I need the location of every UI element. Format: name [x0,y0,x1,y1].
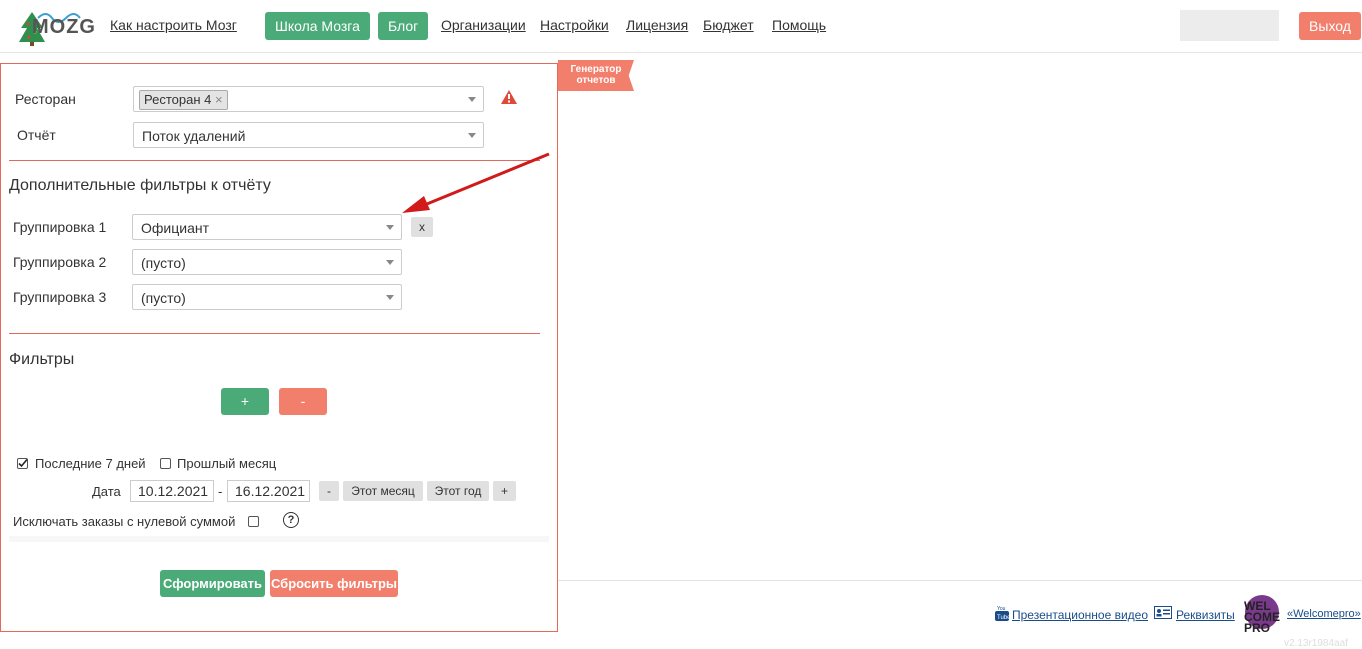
section-divider [9,333,540,334]
filters-title: Фильтры [9,351,75,368]
exclude-zero-checkbox[interactable] [248,516,259,527]
caret-down-icon [468,133,476,138]
nav-link-budget[interactable]: Бюджет [703,17,754,33]
report-label: Отчёт [17,127,56,143]
ribbon-line-2: отчетов [576,75,616,86]
date-plus-button[interactable]: + [493,481,516,501]
school-button[interactable]: Школа Мозга [265,12,370,40]
restaurant-tag: Ресторан 4 × [139,90,228,110]
this-year-button[interactable]: Этот год [427,481,489,501]
id-card-icon [1154,606,1172,619]
nav-link-settings[interactable]: Настройки [540,17,609,33]
nav-link-organizations[interactable]: Организации [441,17,526,33]
svg-text:Tube: Tube [997,615,1009,621]
tag-remove-icon[interactable]: × [215,92,223,107]
annotation-arrow-icon [402,152,550,213]
logout-button[interactable]: Выход [1299,12,1361,40]
date-separator: - [218,484,223,499]
help-icon[interactable]: ? [283,512,299,528]
restaurant-label: Ресторан [15,91,76,107]
form-spacer [9,536,549,542]
grouping-1-select[interactable]: Официант [132,214,402,240]
date-label: Дата [92,484,121,499]
grouping-2-value: (пусто) [141,255,186,271]
presentation-video-link[interactable]: Презентационное видео [1012,608,1148,622]
svg-text:You: You [997,606,1006,612]
report-select[interactable]: Поток удалений [133,122,484,148]
logo-line-3: PRO [1244,621,1271,635]
add-filter-button[interactable]: + [221,388,269,415]
exclude-zero-label: Исключать заказы с нулевой суммой [13,514,236,529]
footer-divider [558,580,1362,581]
grouping-1-remove-button[interactable]: x [411,217,433,237]
grouping-3-value: (пусто) [141,290,186,306]
report-select-value: Поток удалений [142,128,246,144]
version-text: v2.13r1984aaf [1284,638,1348,649]
this-month-button[interactable]: Этот месяц [343,481,423,501]
requisites-link[interactable]: Реквизиты [1176,608,1235,622]
last-month-label: Прошлый месяц [177,456,277,471]
restaurant-tag-label: Ресторан 4 [144,92,212,107]
extra-filters-title: Дополнительные фильтры к отчёту [9,177,271,194]
caret-down-icon [386,225,394,230]
report-generator-ribbon: Генератор отчетов [558,60,634,91]
date-to-input[interactable]: 16.12.2021 [227,480,310,502]
grouping-3-label: Группировка 3 [13,289,107,305]
report-generator-panel [0,63,558,632]
grouping-2-select[interactable]: (пусто) [132,249,402,275]
nav-link-help[interactable]: Помощь [772,17,826,33]
date-minus-button[interactable]: - [319,481,339,501]
reset-filters-button[interactable]: Сбросить фильтры [270,570,398,597]
grouping-1-label: Группировка 1 [13,219,107,235]
grouping-2-label: Группировка 2 [13,254,107,270]
nav-link-how-to[interactable]: Как настроить Мозг [110,17,237,33]
last-7-days-checkbox[interactable] [17,458,28,469]
user-account[interactable] [1180,10,1279,41]
caret-down-icon [468,97,476,102]
last-7-days-label: Последние 7 дней [35,456,146,471]
nav-link-license[interactable]: Лицензия [626,17,688,33]
ribbon-line-1: Генератор [570,64,622,75]
build-report-button[interactable]: Сформировать [160,570,265,597]
grouping-1-value: Официант [141,220,209,236]
caret-down-icon [386,260,394,265]
date-from-input[interactable]: 10.12.2021 [130,480,214,502]
youtube-icon: You Tube [995,606,1009,621]
last-month-checkbox[interactable] [160,458,171,469]
blog-button[interactable]: Блог [378,12,429,40]
mozg-logo[interactable]: MOZG [18,10,95,46]
caret-down-icon [386,295,394,300]
welcomepro-logo-text: WEL COME PRO [1244,600,1280,635]
warning-icon [501,90,517,104]
restaurant-select[interactable]: Ресторан 4 × [133,86,484,112]
remove-filter-button[interactable]: - [279,388,327,415]
welcomepro-link[interactable]: «Welcomepro» [1287,608,1361,620]
checkbox-icon [18,458,28,468]
logo-text: MOZG [32,16,96,38]
grouping-3-select[interactable]: (пусто) [132,284,402,310]
